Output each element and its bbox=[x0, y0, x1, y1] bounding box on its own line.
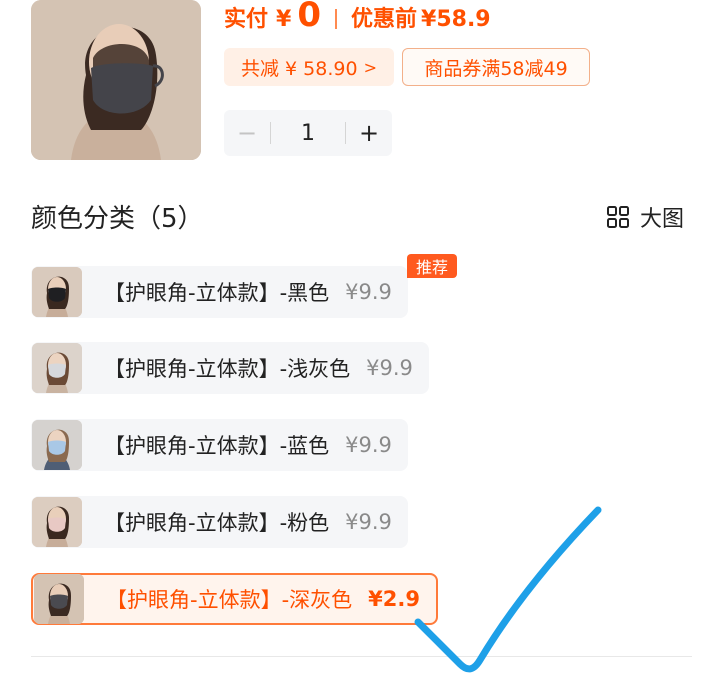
coupon-tag[interactable]: 商品券满58减49 bbox=[402, 48, 590, 86]
divider bbox=[31, 656, 692, 657]
decrease-quantity-button[interactable]: − bbox=[224, 119, 270, 147]
original-price-value: ¥58.9 bbox=[421, 7, 491, 32]
actual-price-value: 0 bbox=[297, 0, 321, 35]
mask-model-photo bbox=[34, 574, 84, 624]
large-view-toggle[interactable]: 大图 bbox=[606, 201, 684, 233]
coupon-text: 商品券满58减49 bbox=[424, 57, 568, 80]
color-option-pink[interactable]: 【护眼角-立体款】-粉色 ¥9.9 bbox=[31, 496, 408, 548]
option-price: ¥9.9 bbox=[345, 510, 392, 534]
option-thumbnail bbox=[32, 497, 82, 547]
color-option-blue[interactable]: 【护眼角-立体款】-蓝色 ¥9.9 bbox=[31, 419, 408, 471]
mask-model-photo bbox=[32, 343, 82, 393]
mask-model-photo bbox=[31, 0, 201, 160]
color-category-title: 颜色分类（5） bbox=[31, 204, 204, 234]
quantity-value[interactable]: 1 bbox=[271, 121, 345, 146]
option-name: 【护眼角-立体款】-黑色 bbox=[104, 281, 330, 305]
discount-detail-button[interactable]: 共减 ¥ 58.90 > bbox=[224, 48, 394, 86]
grid-icon bbox=[607, 206, 629, 228]
color-option-dark-gray[interactable]: 【护眼角-立体款】-深灰色 ¥2.9 bbox=[31, 573, 438, 625]
option-name: 【护眼角-立体款】-深灰色 bbox=[106, 588, 353, 612]
price-line: 实付 ¥ 0 优惠前 ¥58.9 bbox=[224, 0, 491, 38]
option-thumbnail bbox=[34, 574, 84, 624]
mask-model-photo bbox=[32, 267, 82, 317]
option-name: 【护眼角-立体款】-粉色 bbox=[104, 511, 330, 535]
option-thumbnail bbox=[32, 343, 82, 393]
color-option-black[interactable]: 【护眼角-立体款】-黑色 ¥9.9 bbox=[31, 266, 408, 318]
option-price: ¥9.9 bbox=[366, 356, 413, 380]
option-thumbnail bbox=[32, 420, 82, 470]
discount-text: 共减 ¥ 58.90 bbox=[241, 57, 358, 80]
currency-symbol: ¥ bbox=[276, 7, 292, 32]
large-view-label: 大图 bbox=[640, 207, 685, 232]
option-name: 【护眼角-立体款】-浅灰色 bbox=[104, 357, 351, 381]
option-price: ¥9.9 bbox=[345, 433, 392, 457]
actual-price-label: 实付 bbox=[224, 7, 269, 32]
mask-model-photo bbox=[32, 420, 82, 470]
option-name: 【护眼角-立体款】-蓝色 bbox=[104, 434, 330, 458]
original-price-label: 优惠前 bbox=[351, 7, 418, 32]
price-divider bbox=[335, 9, 337, 29]
option-price: ¥9.9 bbox=[345, 280, 392, 304]
option-price: ¥2.9 bbox=[368, 587, 420, 611]
product-image[interactable] bbox=[31, 0, 201, 160]
quantity-stepper[interactable]: − 1 + bbox=[224, 110, 392, 156]
mask-model-photo bbox=[32, 497, 82, 547]
recommended-badge: 推荐 bbox=[407, 254, 457, 278]
color-option-light-gray[interactable]: 【护眼角-立体款】-浅灰色 ¥9.9 bbox=[31, 342, 429, 394]
option-thumbnail bbox=[32, 267, 82, 317]
chevron-right-icon: > bbox=[363, 57, 377, 77]
increase-quantity-button[interactable]: + bbox=[346, 119, 392, 147]
